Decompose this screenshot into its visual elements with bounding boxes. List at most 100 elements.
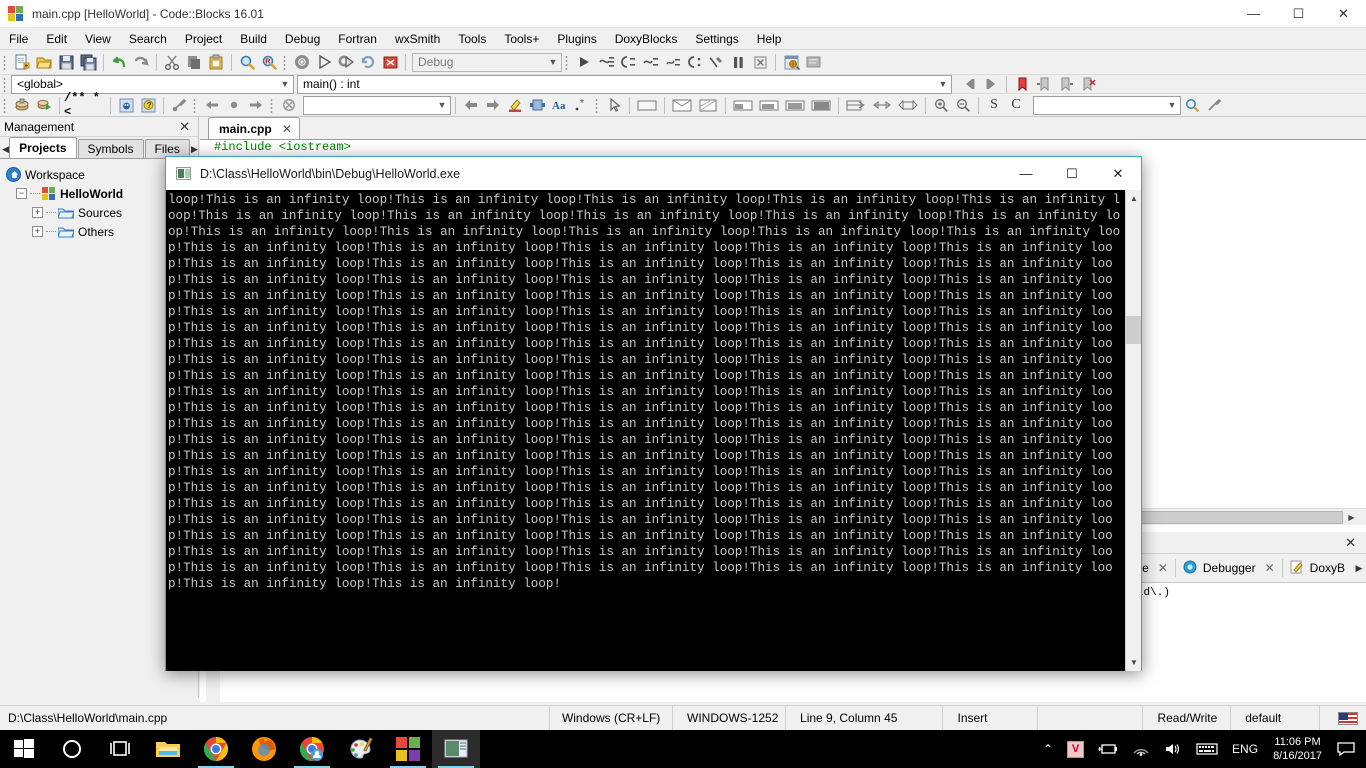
boxsizer-v-icon[interactable] [756,95,782,116]
step-into-icon[interactable] [617,52,639,73]
search-widget-icon[interactable] [1181,95,1203,116]
stop-debugger-icon[interactable] [749,52,771,73]
next-changed-line-icon[interactable] [245,95,267,116]
menu-file[interactable]: File [0,30,37,48]
build-target-combo[interactable]: Debug ▼ [412,52,562,72]
vlc-tray-icon[interactable]: V [1060,730,1091,768]
open-file-icon[interactable] [33,52,55,73]
abort-icon[interactable] [379,52,401,73]
undo-icon[interactable] [108,52,130,73]
preview-icon[interactable]: C [1005,95,1027,116]
stretch-spacer-icon[interactable] [869,95,895,116]
config-widget-icon[interactable] [1203,95,1225,116]
doxyblocks-config-icon[interactable] [168,95,190,116]
maximize-button[interactable]: ☐ [1276,0,1321,28]
next-instruction-icon[interactable] [661,52,683,73]
menu-tools-plus[interactable]: Tools+ [495,30,548,48]
log-tabs-next-arrow-icon[interactable]: ▶ [1352,559,1366,577]
toggle-bookmark-icon[interactable] [1011,74,1033,95]
scroll-thumb[interactable] [1126,316,1141,344]
minimize-button[interactable]: — [1231,0,1276,28]
codeblocks-button[interactable] [384,730,432,768]
staticboxsizer-icon[interactable] [808,95,834,116]
frame-icon[interactable] [695,95,721,116]
debug-continue-icon[interactable] [573,52,595,73]
source-icon[interactable]: S [983,95,1005,116]
file-explorer-button[interactable] [144,730,192,768]
scroll-right-arrow-icon[interactable]: ▶ [1343,509,1360,526]
chrome-profile-button[interactable] [288,730,336,768]
toolbar-grip[interactable] [192,96,199,114]
find-icon[interactable] [236,52,258,73]
back-icon[interactable] [958,74,980,95]
menu-view[interactable]: View [76,30,120,48]
toolbar-grip[interactable] [594,96,601,114]
show-hidden-icons-button[interactable]: ⌃ [1036,730,1060,768]
panel-icon[interactable] [634,95,660,116]
console-window[interactable]: D:\Class\HelloWorld\bin\Debug\HelloWorld… [165,156,1142,671]
battery-icon[interactable] [1091,730,1125,768]
prev-changed-line-icon[interactable] [201,95,223,116]
console-close-button[interactable]: ✕ [1095,157,1141,190]
toolbar-grip[interactable] [2,75,9,93]
save-all-icon[interactable] [77,52,99,73]
doxyblocks-extract-icon[interactable] [33,95,55,116]
editor-tab-main-cpp[interactable]: main.cpp ✕ [208,117,300,139]
menu-search[interactable]: Search [120,30,176,48]
run-to-cursor-icon[interactable] [705,52,727,73]
toolbar-grip[interactable] [2,53,9,71]
scroll-down-arrow-icon[interactable]: ▼ [1126,654,1141,671]
doxyblocks-run-icon[interactable] [11,95,33,116]
step-out-icon[interactable] [639,52,661,73]
save-icon[interactable] [55,52,77,73]
expand-icon[interactable]: + [32,207,43,218]
highlight-icon[interactable] [504,95,526,116]
next-bookmark-icon[interactable] [1055,74,1077,95]
doxyblocks-help-icon[interactable]: ? [137,95,159,116]
build-icon[interactable] [291,52,313,73]
notification-icon[interactable] [1330,730,1362,768]
menu-fortran[interactable]: Fortran [329,30,386,48]
task-view-button[interactable] [96,730,144,768]
close-button[interactable]: ✕ [1321,0,1366,28]
tab-symbols[interactable]: Symbols [77,139,144,158]
tabs-prev-arrow-icon[interactable]: ◀ [2,140,9,158]
speaker-icon[interactable] [1157,730,1189,768]
prev-bookmark-icon[interactable] [1033,74,1055,95]
forward-icon[interactable] [980,74,1002,95]
zoom-in-icon[interactable] [930,95,952,116]
doxyblocks-dialog-icon[interactable] [115,95,137,116]
menu-edit[interactable]: Edit [37,30,76,48]
debug-expression-combo[interactable]: ▼ [303,95,451,115]
debugging-windows-icon[interactable] [780,52,802,73]
tab-projects[interactable]: Projects [9,137,77,158]
chrome-button[interactable] [192,730,240,768]
start-button[interactable] [0,730,48,768]
copy-icon[interactable] [183,52,205,73]
global-scope-combo[interactable]: <global> ▼ [11,74,294,94]
font-icon[interactable]: Aa [548,95,570,116]
expand-icon[interactable]: + [32,226,43,237]
close-icon[interactable]: ✕ [282,122,292,136]
keyboard-icon[interactable] [1189,730,1225,768]
console-window-button[interactable] [432,730,480,768]
menu-project[interactable]: Project [176,30,231,48]
comment-block-icon[interactable]: /** *< [64,91,106,119]
step-into-instruction-icon[interactable] [683,52,705,73]
replace-icon[interactable]: R [258,52,280,73]
back-arrow-icon[interactable] [460,95,482,116]
wxsmith-selector-combo[interactable]: ▼ [1033,95,1181,115]
toolbar-grip[interactable] [2,96,9,114]
menu-build[interactable]: Build [231,30,276,48]
clear-bookmarks-icon[interactable] [1077,74,1099,95]
close-icon[interactable]: ✕ [1265,561,1275,575]
changed-line-icon[interactable] [223,95,245,116]
menu-debug[interactable]: Debug [276,30,329,48]
menu-wxsmith[interactable]: wxSmith [386,30,449,48]
console-output-area[interactable]: loop!This is an infinity loop!This is an… [166,190,1141,671]
firefox-button[interactable] [240,730,288,768]
zoom-out-icon[interactable] [952,95,974,116]
paint-button[interactable] [336,730,384,768]
boxsizer-h-icon[interactable] [730,95,756,116]
next-line-icon[interactable] [595,52,617,73]
